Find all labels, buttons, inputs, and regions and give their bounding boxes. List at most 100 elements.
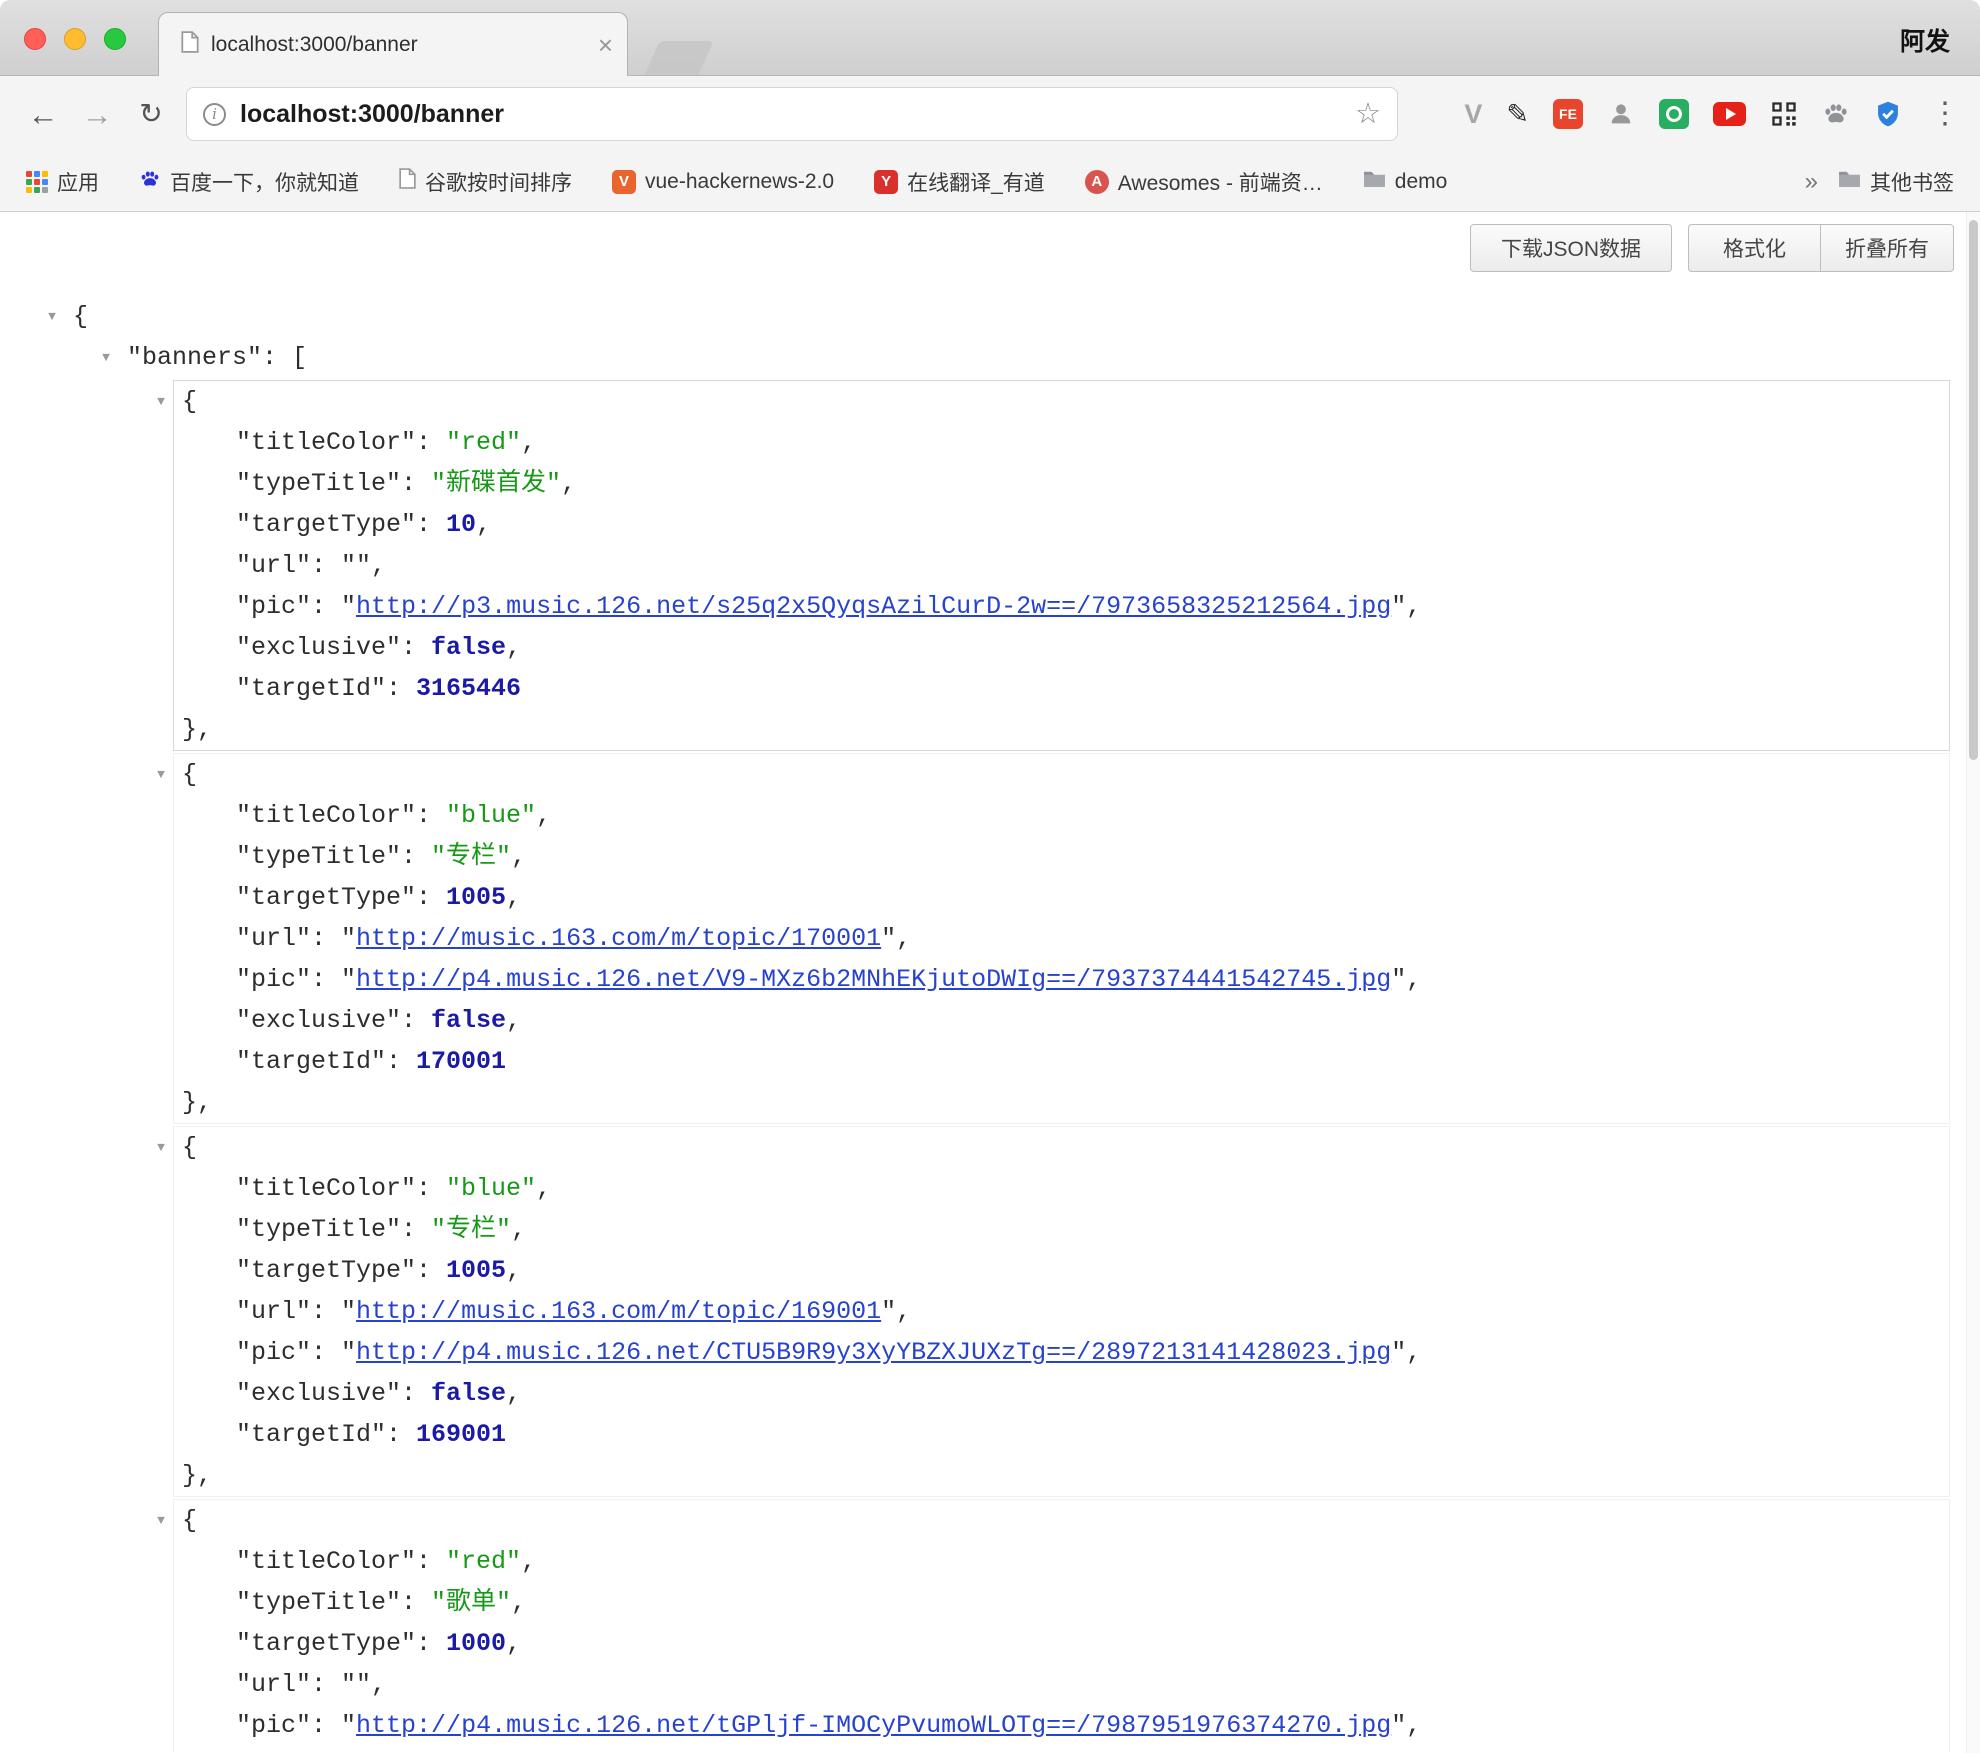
bookmark-star-icon[interactable]: ☆ — [1355, 100, 1381, 129]
json-token: , — [521, 428, 536, 457]
fehelper-extension-icon[interactable]: FE — [1553, 99, 1583, 129]
format-button[interactable]: 格式化 — [1688, 224, 1820, 272]
json-token: "exclusive" — [236, 1752, 401, 1753]
json-token: { — [182, 387, 197, 416]
collapse-toggle-icon[interactable]: ▼ — [96, 337, 116, 378]
json-token: : — [401, 1588, 431, 1617]
new-tab-button[interactable] — [644, 41, 713, 75]
bookmark-demo-folder[interactable]: demo — [1363, 169, 1448, 194]
collapse-all-button[interactable]: 折叠所有 — [1820, 224, 1954, 272]
url-text[interactable]: localhost:3000/banner — [240, 100, 1355, 129]
bookmark-label: 在线翻译_有道 — [907, 167, 1045, 197]
json-property-line: "targetId": 169001 — [236, 1414, 1949, 1455]
bookmarks-overflow-icon[interactable]: » — [1805, 168, 1818, 196]
extensions-area: V ✎ FE ⋮ — [1464, 99, 1964, 130]
json-token: : — [401, 469, 431, 498]
json-token: "red" — [446, 1547, 521, 1576]
json-token: : — [401, 842, 431, 871]
address-bar[interactable]: i localhost:3000/banner ☆ — [186, 87, 1398, 141]
json-token: }, — [182, 1461, 212, 1490]
json-line: }, — [182, 1082, 1949, 1123]
json-viewer-toolbar: 下载JSON数据 格式化 折叠所有 — [1470, 224, 1954, 272]
json-object-box: ▼{"titleColor": "red","typeTitle": "歌单",… — [173, 1499, 1950, 1753]
green-badge-extension-icon[interactable] — [1659, 99, 1689, 129]
json-token: : — [416, 1547, 446, 1576]
json-property-line: "targetType": 10, — [236, 504, 1949, 545]
folder-icon — [1363, 169, 1386, 194]
scrollbar-thumb[interactable] — [1969, 220, 1978, 760]
bookmark-vue-hackernews[interactable]: V vue-hackernews-2.0 — [612, 170, 834, 194]
page-info-icon[interactable]: i — [203, 103, 226, 126]
bookmark-apps[interactable]: 应用 — [26, 167, 99, 197]
json-token: : — [416, 883, 446, 912]
json-url-link[interactable]: http://p4.music.126.net/CTU5B9R9y3XyYBZX… — [356, 1338, 1391, 1367]
json-token: "banners" — [127, 343, 262, 372]
bookmark-baidu[interactable]: 百度一下，你就知道 — [139, 167, 359, 197]
bookmark-awesomes[interactable]: A Awesomes - 前端资… — [1085, 167, 1323, 197]
json-property-line: "url": "http://music.163.com/m/topic/169… — [236, 1291, 1949, 1332]
other-bookmarks-folder[interactable]: 其他书签 — [1838, 167, 1954, 197]
collapse-toggle-icon[interactable]: ▼ — [151, 754, 171, 795]
json-token: " — [1391, 1711, 1406, 1740]
browser-tab[interactable]: localhost:3000/banner × — [158, 12, 628, 76]
paw-extension-icon[interactable] — [1822, 100, 1850, 128]
qr-code-extension-icon[interactable] — [1770, 100, 1798, 128]
json-url-link[interactable]: http://p4.music.126.net/V9-MXz6b2MNhEKju… — [356, 965, 1391, 994]
json-url-link[interactable]: http://p4.music.126.net/tGPljf-IMOCyPvum… — [356, 1711, 1391, 1740]
json-token: "专栏" — [431, 842, 511, 871]
youdao-icon: Y — [874, 170, 898, 194]
json-token: : — [416, 428, 446, 457]
json-url-link[interactable]: http://p3.music.126.net/s25q2x5QyqsAzilC… — [356, 592, 1391, 621]
json-token: " — [341, 965, 356, 994]
profile-name[interactable]: 阿发 — [1900, 22, 1950, 58]
zoom-window-button[interactable] — [104, 28, 126, 50]
json-line: }, — [182, 1455, 1949, 1496]
json-level: "titleColor": "blue","typeTitle": "专栏","… — [182, 795, 1949, 1082]
json-token: , — [371, 1670, 386, 1699]
bookmark-google-sort[interactable]: 谷歌按时间排序 — [399, 167, 572, 197]
shield-check-extension-icon[interactable] — [1874, 100, 1902, 128]
collapse-toggle-icon[interactable]: ▼ — [151, 1127, 171, 1168]
json-token: "url" — [236, 1670, 311, 1699]
scrollbar[interactable] — [1966, 212, 1980, 1753]
vue-devtools-extension-icon[interactable]: V — [1464, 99, 1482, 130]
people-extension-icon[interactable] — [1607, 100, 1635, 128]
json-token: "url" — [236, 551, 311, 580]
json-url-link[interactable]: http://music.163.com/m/topic/169001 — [356, 1297, 881, 1326]
json-token: , — [896, 1297, 911, 1326]
back-button[interactable]: ← — [16, 99, 70, 130]
json-token: " — [341, 1711, 356, 1740]
forward-button[interactable]: → — [70, 99, 124, 130]
json-url-link[interactable]: http://music.163.com/m/topic/170001 — [356, 924, 881, 953]
json-token: "typeTitle" — [236, 1588, 401, 1617]
json-property-line: "pic": "http://p4.music.126.net/V9-MXz6b… — [236, 959, 1949, 1000]
json-line: ▼{ — [182, 1500, 1949, 1541]
json-token: "titleColor" — [236, 428, 416, 457]
collapse-toggle-icon[interactable]: ▼ — [42, 296, 62, 337]
json-token: , — [536, 801, 551, 830]
json-token: : — [311, 1670, 341, 1699]
json-token: , — [1406, 592, 1421, 621]
chrome-menu-icon[interactable]: ⋮ — [1926, 99, 1960, 129]
page-favicon-icon — [181, 31, 199, 58]
collapse-toggle-icon[interactable]: ▼ — [151, 1500, 171, 1541]
download-json-button[interactable]: 下载JSON数据 — [1470, 224, 1672, 272]
bookmark-youdao-translate[interactable]: Y 在线翻译_有道 — [874, 167, 1045, 197]
collapse-toggle-icon[interactable]: ▼ — [151, 381, 171, 422]
json-token: : — [311, 924, 341, 953]
json-token: , — [1406, 1711, 1421, 1740]
close-window-button[interactable] — [24, 28, 46, 50]
json-property-line: "pic": "http://p4.music.126.net/CTU5B9R9… — [236, 1332, 1949, 1373]
json-token: , — [511, 842, 526, 871]
youtube-extension-icon[interactable] — [1713, 102, 1746, 126]
translate-pen-extension-icon[interactable]: ✎ — [1506, 99, 1529, 130]
json-token: , — [536, 1174, 551, 1203]
json-token: , — [511, 1215, 526, 1244]
reload-button[interactable]: ↻ — [124, 100, 178, 128]
json-token: " — [341, 1338, 356, 1367]
json-token: "url" — [236, 924, 311, 953]
minimize-window-button[interactable] — [64, 28, 86, 50]
json-token: " — [1391, 965, 1406, 994]
tab-title: localhost:3000/banner — [211, 33, 590, 57]
tab-close-icon[interactable]: × — [598, 32, 613, 58]
